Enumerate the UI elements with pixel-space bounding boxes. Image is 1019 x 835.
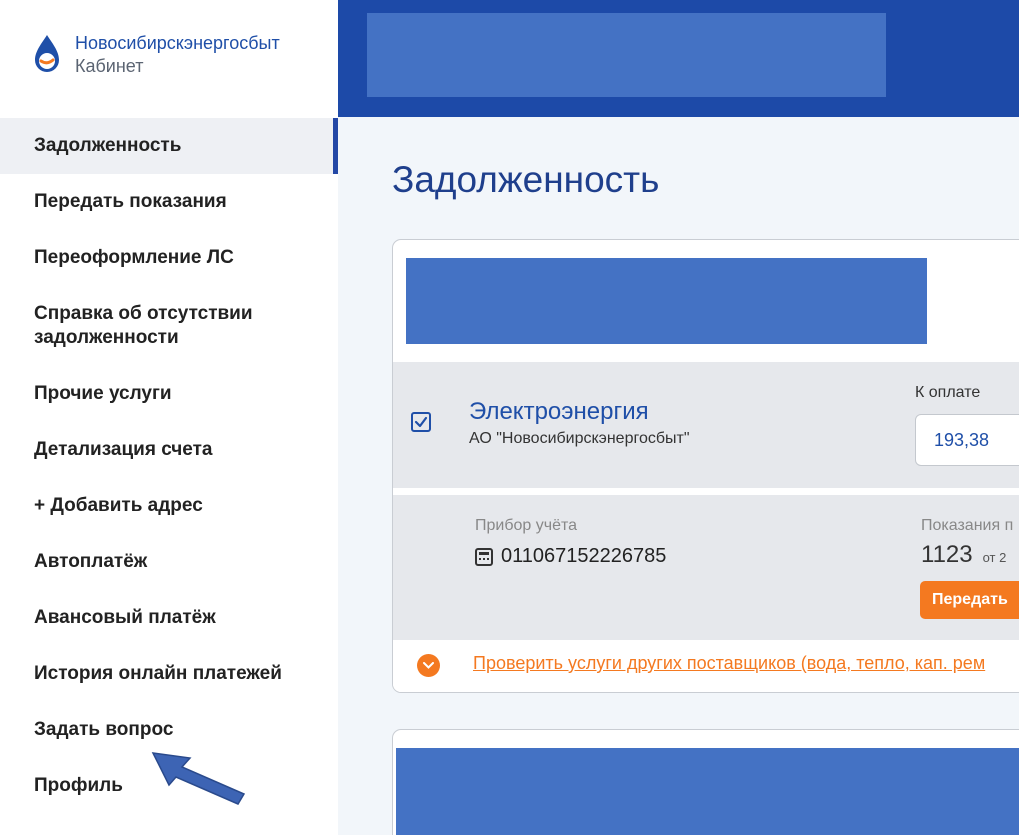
debt-card: Электроэнергия АО "Новосибирскэнергосбыт… (392, 239, 1019, 693)
check-suppliers-row: Проверить услуги других поставщиков (вод… (393, 640, 1019, 692)
page-title: Задолженность (392, 159, 660, 200)
chevron-down-icon[interactable] (417, 654, 440, 677)
service-checkbox[interactable] (411, 412, 431, 432)
readings-date: от 2 (982, 550, 1007, 565)
meter-label: Прибор учёта (475, 517, 578, 534)
sidebar-item-label: Справка об отсутствии задолженности (34, 303, 253, 348)
sidebar-item-payment-history[interactable]: История онлайн платежей (0, 646, 338, 702)
sidebar-item-advance-payment[interactable]: Авансовый платёж (0, 590, 338, 646)
sidebar-item-autopay[interactable]: Автоплатёж (0, 534, 338, 590)
brand-subtitle: Кабинет (75, 56, 144, 76)
readings-label: Показания п (921, 517, 1014, 534)
pay-amount-input[interactable]: 193,38 (915, 414, 1019, 466)
redacted-block (367, 13, 886, 97)
sidebar-item-bill-details[interactable]: Детализация счета (0, 422, 338, 478)
pay-amount-label: К оплате (915, 384, 981, 401)
redacted-block (396, 748, 1019, 835)
meter-number: 011067152226785 (501, 545, 667, 567)
drop-logo-icon (35, 35, 59, 72)
check-suppliers-link[interactable]: Проверить услуги других поставщиков (вод… (473, 653, 985, 674)
sidebar-item-add-address[interactable]: + Добавить адрес (0, 478, 338, 534)
check-icon (414, 416, 428, 428)
meter-icon (475, 547, 493, 566)
redacted-block (406, 258, 927, 344)
brand-name: Новосибирскэнергосбыт (75, 33, 280, 53)
main-content: Задолженность Электроэнергия АО "Новосиб… (338, 117, 1019, 835)
top-header (338, 0, 1019, 117)
sidebar: Новосибирскэнергосбыт Кабинет Задолженно… (0, 0, 338, 835)
brand-logo[interactable]: Новосибирскэнергосбыт Кабинет (32, 32, 332, 82)
sidebar-item-other-services[interactable]: Прочие услуги (0, 366, 338, 422)
sidebar-item-reregistration[interactable]: Переоформление ЛС (0, 230, 338, 286)
readings-value: 1123 (921, 541, 973, 568)
service-provider: АО "Новосибирскэнергосбыт" (469, 430, 690, 447)
service-name: Электроэнергия (469, 398, 649, 425)
service-row: Электроэнергия АО "Новосибирскэнергосбыт… (393, 362, 1019, 488)
sidebar-item-submit-readings[interactable]: Передать показания (0, 174, 338, 230)
submit-readings-button[interactable]: Передать (920, 581, 1019, 619)
sidebar-item-debt[interactable]: Задолженность (0, 118, 338, 174)
meter-row: Прибор учёта 011067152226785 Показания п… (393, 495, 1019, 640)
annotation-arrow-icon (151, 752, 246, 805)
sidebar-item-no-debt-certificate[interactable]: Справка об отсутствии задолженности (0, 286, 338, 366)
meter-number-row: 011067152226785 (475, 545, 666, 568)
brand-text: Новосибирскэнергосбыт Кабинет (75, 32, 280, 78)
sidebar-nav: Задолженность Передать показания Переофо… (0, 118, 338, 814)
readings-value-row: 1123 от 2 (921, 541, 1006, 569)
